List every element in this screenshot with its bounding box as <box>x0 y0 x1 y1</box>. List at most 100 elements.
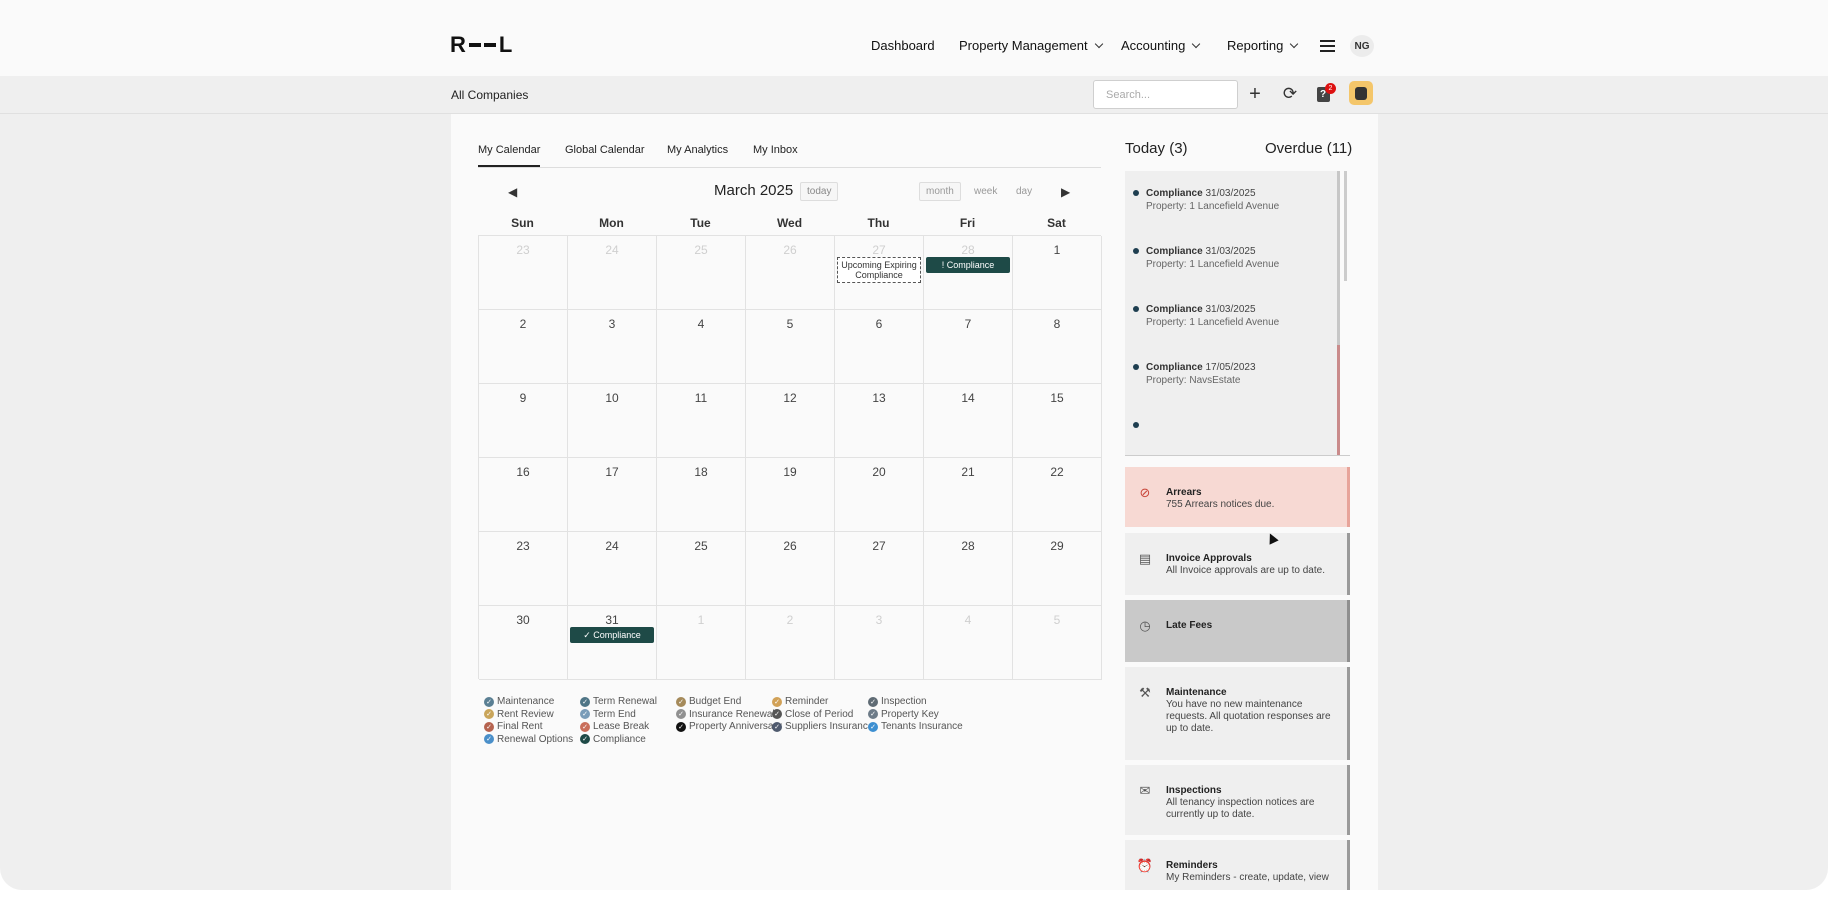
calendar-day-cell[interactable]: 5 <box>1013 606 1102 680</box>
nav-reporting[interactable]: Reporting <box>1227 38 1299 53</box>
company-selector[interactable]: All Companies <box>451 88 528 102</box>
calendar-day-cell[interactable]: 5 <box>746 310 835 384</box>
tab-my-analytics[interactable]: My Analytics <box>667 144 728 167</box>
calendar-day-cell[interactable]: 7 <box>924 310 1013 384</box>
prev-month-icon[interactable]: ◀ <box>508 185 517 199</box>
summary-card-maintenance[interactable]: ⚒ Maintenance You have no new maintenance … <box>1125 667 1350 760</box>
summary-card-reminders[interactable]: ⏰ Reminders My Reminders - create, update,… <box>1125 840 1350 890</box>
calendar-day-cell[interactable]: 28 <box>924 532 1013 606</box>
calendar-day-cell[interactable]: 28! Compliance <box>924 236 1013 310</box>
nav-accounting[interactable]: Accounting <box>1121 38 1201 53</box>
calendar-day-cell[interactable]: 15 <box>1013 384 1102 458</box>
calendar-day-cell[interactable]: 31 ✓ Compliance <box>568 606 657 680</box>
chevron-down-icon <box>1094 39 1103 48</box>
calendar-day-cell[interactable]: 23 <box>479 236 568 310</box>
weekday-label: Sun <box>511 216 534 230</box>
task-item[interactable]: Compliance 17/05/2023 Property: NavsEstat… <box>1125 345 1340 409</box>
summary-card-invoice-approvals[interactable]: ▤ Invoice Approvals All Invoice approvals … <box>1125 533 1350 595</box>
today-button[interactable]: today <box>800 182 839 201</box>
calendar-day-cell[interactable]: 26 <box>746 532 835 606</box>
day-number: 4 <box>964 613 972 627</box>
calendar-day-cell[interactable]: 14 <box>924 384 1013 458</box>
calendar-day-cell[interactable]: 17 <box>568 458 657 532</box>
calendar-event[interactable]: ! Compliance <box>926 257 1010 273</box>
calendar-day-cell[interactable]: 1 <box>1013 236 1102 310</box>
month-view-button[interactable]: month <box>919 182 961 201</box>
calendar-day-cell[interactable]: 10 <box>568 384 657 458</box>
calendar-day-cell[interactable]: 13 <box>835 384 924 458</box>
calendar-day-cell[interactable]: 24 <box>568 236 657 310</box>
calendar-day-cell[interactable]: 12 <box>746 384 835 458</box>
calendar-day-cell[interactable]: 19 <box>746 458 835 532</box>
weekday-label: Tue <box>690 216 711 230</box>
overdue-tab[interactable]: Overdue (11) <box>1265 140 1352 157</box>
calendar-day-cell[interactable]: 3 <box>835 606 924 680</box>
calendar-day-cell[interactable]: 22 <box>1013 458 1102 532</box>
calendar-day-cell[interactable]: 6 <box>835 310 924 384</box>
calendar-day-cell[interactable]: 1 <box>657 606 746 680</box>
calendar-day-cell[interactable]: 11 <box>657 384 746 458</box>
task-list-scrollbar[interactable] <box>1344 171 1347 281</box>
calendar-day-cell[interactable]: 3 <box>568 310 657 384</box>
day-number: 26 <box>783 539 797 553</box>
summary-card-late-fees[interactable]: ◷ Late Fees <box>1125 600 1350 662</box>
legend-item: ✓ Property Key <box>868 709 939 720</box>
calendar-event[interactable]: ✓ Compliance <box>570 627 654 643</box>
summary-card-title: Arrears <box>1166 487 1202 498</box>
summary-card-arrears[interactable]: ⊘ Arrears 755 Arrears notices due. <box>1125 467 1350 527</box>
task-item[interactable]: Compliance 31/03/2025 Property: 1 Lancefi… <box>1125 287 1340 351</box>
nav-dashboard[interactable]: Dashboard <box>871 38 935 53</box>
summary-card-text: All tenancy inspection notices are curre… <box>1166 797 1315 820</box>
tab-global-calendar[interactable]: Global Calendar <box>565 144 645 167</box>
week-view-button[interactable]: week <box>974 186 997 197</box>
tab-my-calendar[interactable]: My Calendar <box>478 144 541 167</box>
tab-my-inbox[interactable]: My Inbox <box>753 144 798 167</box>
calendar-day-cell[interactable]: 23 <box>479 532 568 606</box>
profile-icon[interactable] <box>1349 81 1373 105</box>
calendar-day-cell[interactable]: 25 <box>657 532 746 606</box>
calendar-day-cell[interactable]: 30 <box>479 606 568 680</box>
calendar-day-cell[interactable]: 26 <box>746 236 835 310</box>
calendar-day-cell[interactable]: 21 <box>924 458 1013 532</box>
calendar-day-cell[interactable]: 29 <box>1013 532 1102 606</box>
calendar-day-cell[interactable]: 8 <box>1013 310 1102 384</box>
calendar-day-cell[interactable]: 2 <box>479 310 568 384</box>
calendar-day-cell[interactable]: 4 <box>657 310 746 384</box>
day-number: 16 <box>516 465 530 479</box>
legend-item: ✓ Term End <box>580 709 636 720</box>
refresh-icon[interactable]: ⟳ <box>1280 83 1300 105</box>
calendar-day-cell[interactable]: 18 <box>657 458 746 532</box>
help-icon[interactable]: ? 2 <box>1313 83 1336 105</box>
calendar-day-cell[interactable]: 27 Upcoming Expiring Compliance <box>835 236 924 310</box>
calendar-day-cell[interactable]: 24 <box>568 532 657 606</box>
plus-icon[interactable]: + <box>1245 83 1265 105</box>
task-title: Compliance 17/05/2023 <box>1146 362 1256 373</box>
calendar-day-cell[interactable]: 25 <box>657 236 746 310</box>
task-item[interactable]: Compliance 31/03/2025 Property: 1 Lancefi… <box>1125 229 1340 293</box>
nav-property-management[interactable]: Property Management <box>959 38 1103 53</box>
user-avatar[interactable]: NG <box>1350 35 1374 57</box>
calendar-day-cell[interactable]: 9 <box>479 384 568 458</box>
summary-card-inspections[interactable]: ✉ Inspections All tenancy inspection notic… <box>1125 765 1350 835</box>
day-number: 28 <box>961 539 975 553</box>
check-circle-icon: ✓ <box>484 709 494 719</box>
calendar-day-cell[interactable]: 2 <box>746 606 835 680</box>
day-number: 29 <box>1050 539 1064 553</box>
document-icon: ▤ <box>1138 551 1152 566</box>
app-logo[interactable]: RL <box>450 32 512 57</box>
calendar-event[interactable]: Upcoming Expiring Compliance <box>837 257 921 283</box>
search-input[interactable] <box>1093 80 1238 109</box>
task-item[interactable]: Compliance 31/03/2025 Property: 1 Lancefi… <box>1125 171 1340 235</box>
day-number: 21 <box>961 465 975 479</box>
day-view-button[interactable]: day <box>1016 186 1032 197</box>
task-item[interactable] <box>1125 403 1340 455</box>
next-month-icon[interactable]: ▶ <box>1061 185 1070 199</box>
menu-icon[interactable] <box>1320 40 1335 52</box>
day-number: 24 <box>605 243 619 257</box>
calendar-day-cell[interactable]: 4 <box>924 606 1013 680</box>
calendar-day-cell[interactable]: 16 <box>479 458 568 532</box>
today-tab[interactable]: Today (3) <box>1125 140 1188 157</box>
calendar-day-cell[interactable]: 20 <box>835 458 924 532</box>
calendar-day-cell[interactable]: 27 <box>835 532 924 606</box>
day-number: 12 <box>783 391 797 405</box>
